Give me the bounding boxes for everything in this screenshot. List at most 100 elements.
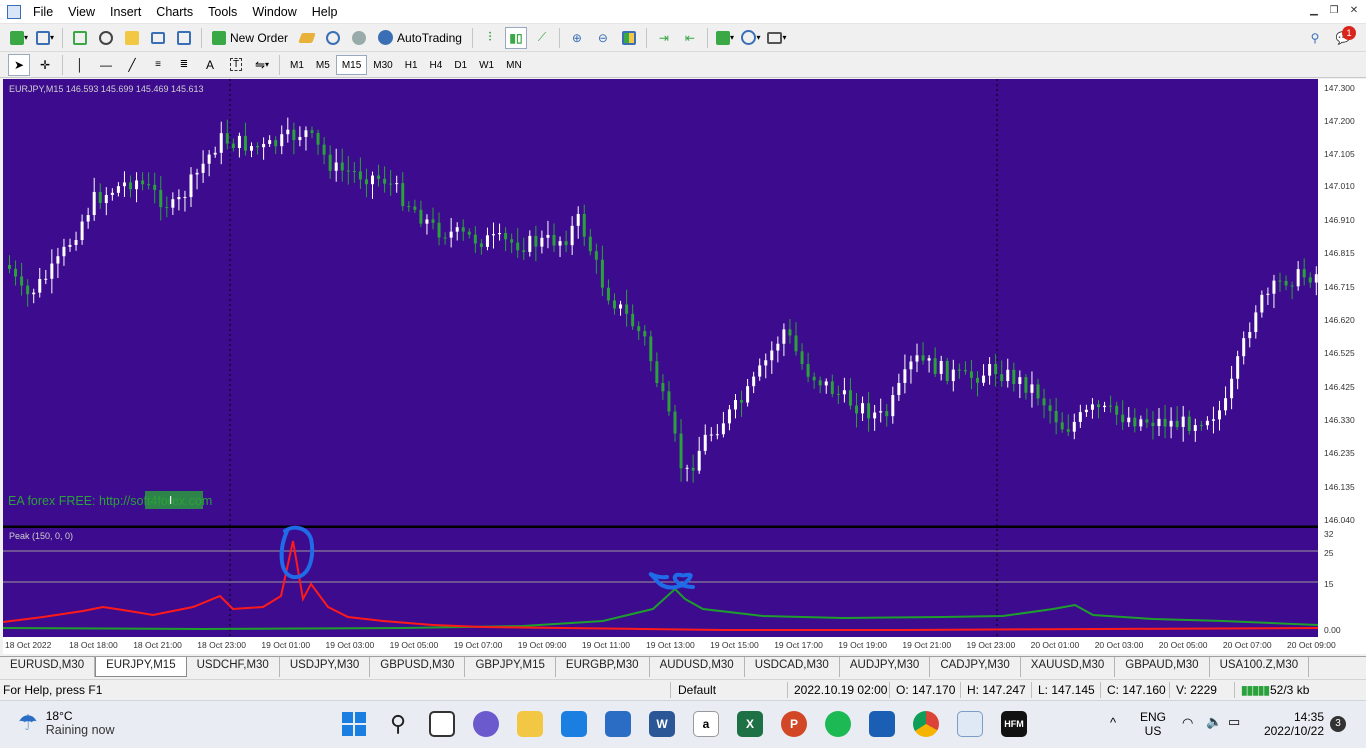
new-chart-button[interactable]: ▾ xyxy=(8,27,30,49)
fibonacci-button[interactable]: ≣ xyxy=(173,54,195,76)
time-label: 19 Oct 03:00 xyxy=(326,640,375,650)
periods-button[interactable]: ▾ xyxy=(740,27,762,49)
line-chart-button[interactable]: ⟋ xyxy=(531,27,553,49)
close-icon[interactable]: ✕ xyxy=(1346,4,1362,18)
market-watch-button[interactable] xyxy=(69,27,91,49)
tile-windows-button[interactable] xyxy=(618,27,640,49)
teams-chat-icon[interactable] xyxy=(473,711,499,737)
clock[interactable]: 14:35 2022/10/22 xyxy=(1262,710,1324,738)
timeframe-h1[interactable]: H1 xyxy=(399,55,424,75)
powerpoint-icon[interactable]: P xyxy=(781,711,807,737)
menu-window[interactable]: Window xyxy=(248,5,307,19)
minimize-icon[interactable]: ▁ xyxy=(1306,4,1322,18)
timeframe-m15[interactable]: M15 xyxy=(335,54,368,75)
excel-icon[interactable]: X xyxy=(737,711,763,737)
monitor-app-icon[interactable] xyxy=(957,711,983,737)
tab-gbpjpy[interactable]: GBPJPY,M15 xyxy=(465,657,556,677)
tab-eurgbp[interactable]: EURGBP,M30 xyxy=(556,657,650,677)
weather-widget[interactable]: ☂ 18°C Raining now xyxy=(18,709,115,737)
text-label-button[interactable]: T xyxy=(225,54,247,76)
menu-tools[interactable]: Tools xyxy=(204,5,248,19)
crosshair-button[interactable]: ✛ xyxy=(34,54,56,76)
tab-cadjpy[interactable]: CADJPY,M30 xyxy=(930,657,1021,677)
auto-scroll-button[interactable]: ⇥ xyxy=(653,27,675,49)
notifications-button[interactable]: 💬1 xyxy=(1332,25,1356,49)
profiles-button[interactable]: ▾ xyxy=(34,27,56,49)
notification-count-badge[interactable]: 3 xyxy=(1330,716,1346,732)
navigator-button[interactable] xyxy=(121,27,143,49)
candle-body xyxy=(1242,338,1246,357)
text-button[interactable]: A xyxy=(199,54,221,76)
tab-eurjpy[interactable]: EURJPY,M15 xyxy=(95,657,187,677)
file-explorer-icon[interactable] xyxy=(517,711,543,737)
hfm-app-icon[interactable]: HFM xyxy=(1001,711,1027,737)
menu-insert[interactable]: Insert xyxy=(106,5,152,19)
vertical-line-button[interactable]: │ xyxy=(69,54,91,76)
metaeditor-button[interactable] xyxy=(296,27,318,49)
word-icon[interactable]: W xyxy=(649,711,675,737)
wifi-icon[interactable]: ◠ xyxy=(1182,715,1193,731)
templates-button[interactable]: ▾ xyxy=(766,27,788,49)
battery-icon[interactable]: ▭ xyxy=(1228,714,1240,730)
tab-usdcad[interactable]: USDCAD,M30 xyxy=(745,657,840,677)
menu-charts[interactable]: Charts xyxy=(152,5,204,19)
timeframe-m5[interactable]: M5 xyxy=(310,55,336,75)
menu-view[interactable]: View xyxy=(64,5,106,19)
language-indicator[interactable]: ENG US xyxy=(1140,710,1166,738)
tab-usdchf[interactable]: USDCHF,M30 xyxy=(187,657,280,677)
horizontal-line-button[interactable]: — xyxy=(95,54,117,76)
timeframe-mn[interactable]: MN xyxy=(500,55,528,75)
data-window-button[interactable] xyxy=(95,27,117,49)
arrows-button[interactable]: ⇋ ▾ xyxy=(251,54,273,76)
amazon-icon[interactable]: a xyxy=(693,711,719,737)
community-button[interactable] xyxy=(348,27,370,49)
trendline-button[interactable]: ╱ xyxy=(121,54,143,76)
tab-xauusd[interactable]: XAUUSD,M30 xyxy=(1021,657,1116,677)
new-order-button[interactable]: New Order xyxy=(208,27,292,49)
candle-body xyxy=(1296,269,1300,287)
candle-body xyxy=(746,386,750,403)
spotify-icon[interactable] xyxy=(825,711,851,737)
channel-button[interactable]: ≡ xyxy=(147,54,169,76)
candle-body xyxy=(1000,374,1004,382)
windows-start-icon[interactable] xyxy=(341,711,367,737)
timeframe-h4[interactable]: H4 xyxy=(424,55,449,75)
terminal-button[interactable] xyxy=(147,27,169,49)
timeframe-w1[interactable]: W1 xyxy=(473,55,500,75)
search-taskbar-icon[interactable]: ⚲ xyxy=(385,711,411,737)
search-button[interactable]: ⚲ xyxy=(1304,27,1326,49)
store-icon[interactable] xyxy=(605,711,631,737)
tab-gbpusd[interactable]: GBPUSD,M30 xyxy=(370,657,466,677)
candlesticks-button[interactable]: ▮▯ xyxy=(504,26,527,49)
tab-usa100[interactable]: USA100.Z,M30 xyxy=(1210,657,1310,677)
vpn-app-icon[interactable] xyxy=(869,711,895,737)
tester-icon xyxy=(177,30,191,45)
tab-eurusd[interactable]: EURUSD,M30 xyxy=(0,657,96,677)
tab-audjpy[interactable]: AUDJPY,M30 xyxy=(840,657,931,677)
volume-icon[interactable]: 🔈 xyxy=(1206,714,1222,730)
chart-window[interactable]: 147.300 147.200 147.105 147.010 146.910 146.8… xyxy=(3,79,1366,654)
chrome-icon[interactable] xyxy=(913,711,939,737)
zoom-out-button[interactable]: ⊖ xyxy=(592,27,614,49)
cursor-button[interactable]: ➤ xyxy=(8,53,30,76)
price-chart[interactable]: 147.300 147.200 147.105 147.010 146.910 146.8… xyxy=(3,79,1366,654)
zoom-in-button[interactable]: ⊕ xyxy=(566,27,588,49)
tab-gbpaud[interactable]: GBPAUD,M30 xyxy=(1115,657,1210,677)
timeframe-m30[interactable]: M30 xyxy=(367,55,398,75)
bar-chart-button[interactable]: ⫶ xyxy=(479,27,501,49)
tab-usdjpy[interactable]: USDJPY,M30 xyxy=(280,657,371,677)
timeframe-m1[interactable]: M1 xyxy=(284,55,310,75)
restore-icon[interactable]: ❐ xyxy=(1326,4,1342,18)
indicators-button[interactable]: ▾ xyxy=(714,27,736,49)
menu-file[interactable]: File xyxy=(29,5,64,19)
timeframe-d1[interactable]: D1 xyxy=(448,55,473,75)
mail-icon[interactable] xyxy=(561,711,587,737)
tab-audusd[interactable]: AUDUSD,M30 xyxy=(650,657,745,677)
autotrading-button[interactable]: AutoTrading xyxy=(374,27,466,49)
signals-button[interactable] xyxy=(322,27,344,49)
chart-shift-button[interactable]: ⇤ xyxy=(679,27,701,49)
task-view-icon[interactable] xyxy=(429,711,455,737)
menu-help[interactable]: Help xyxy=(308,5,349,19)
chevron-up-icon[interactable]: ^ xyxy=(1110,715,1116,730)
tester-button[interactable] xyxy=(173,27,195,49)
